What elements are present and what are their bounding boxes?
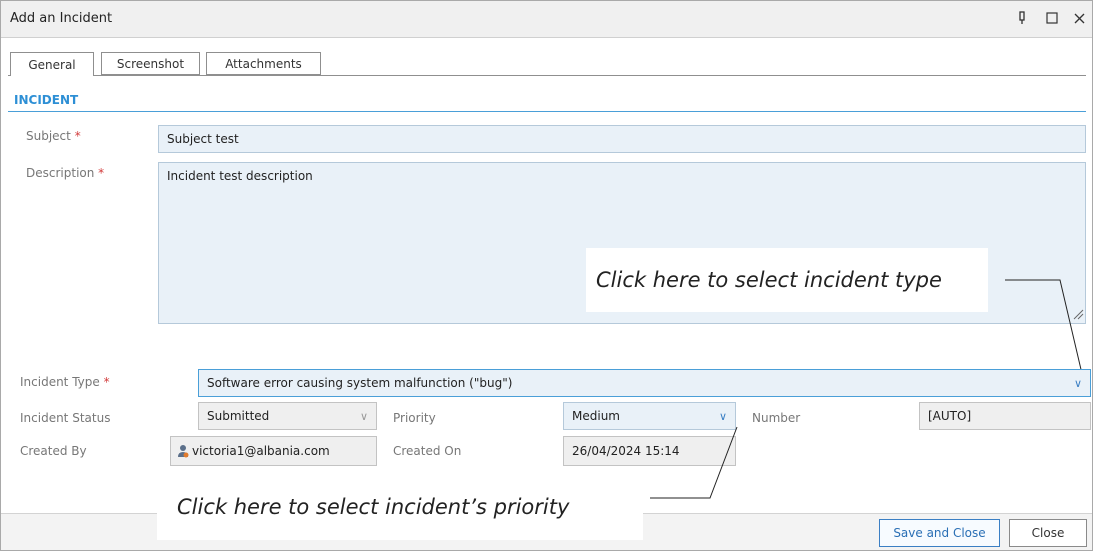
priority-value: Medium: [572, 409, 620, 423]
incident-type-label: Incident Type *: [20, 375, 110, 389]
tab-strip-line: [8, 75, 1086, 76]
section-title: INCIDENT: [14, 93, 79, 107]
created-by-value: victoria1@albania.com: [192, 444, 330, 458]
subject-value: Subject test: [167, 132, 239, 146]
description-value: Incident test description: [167, 169, 313, 183]
chevron-down-icon: ∨: [718, 409, 727, 423]
created-on-label: Created On: [393, 444, 462, 458]
incident-status-label: Incident Status: [20, 411, 111, 425]
section-divider: [8, 111, 1086, 112]
close-button[interactable]: Close: [1009, 519, 1087, 547]
chevron-down-icon: ∨: [359, 409, 368, 423]
title-bar: [1, 1, 1092, 38]
number-value: [AUTO]: [928, 409, 972, 423]
priority-select[interactable]: Medium ∨: [563, 402, 736, 430]
subject-label: Subject *: [26, 129, 81, 143]
user-icon: [177, 444, 189, 458]
subject-field[interactable]: Subject test: [158, 125, 1086, 153]
tab-screenshot[interactable]: Screenshot: [101, 52, 200, 75]
incident-status-select[interactable]: Submitted ∨: [198, 402, 377, 430]
tab-general[interactable]: General: [10, 52, 94, 76]
number-label: Number: [752, 411, 801, 425]
incident-type-select[interactable]: Software error causing system malfunctio…: [198, 369, 1091, 397]
description-label: Description *: [26, 166, 105, 180]
dialog-title: Add an Incident: [10, 11, 113, 26]
incident-status-value: Submitted: [207, 409, 270, 423]
pin-icon[interactable]: [1013, 9, 1031, 27]
save-and-close-button[interactable]: Save and Close: [879, 519, 1000, 547]
chevron-down-icon: ∨: [1073, 376, 1082, 390]
incident-type-value: Software error causing system malfunctio…: [207, 376, 513, 390]
created-by-label: Created By: [20, 444, 87, 458]
tab-attachments[interactable]: Attachments: [206, 52, 321, 75]
close-icon[interactable]: [1070, 9, 1088, 27]
created-by-field: victoria1@albania.com: [170, 436, 377, 466]
annotation-incident-type: Click here to select incident type: [586, 248, 988, 312]
annotation-priority: Click here to select incident’s priority: [157, 474, 643, 540]
number-field: [AUTO]: [919, 402, 1091, 430]
priority-label: Priority: [393, 411, 436, 425]
annotation-arrow-priority: [650, 426, 738, 499]
maximize-icon[interactable]: [1043, 9, 1061, 27]
